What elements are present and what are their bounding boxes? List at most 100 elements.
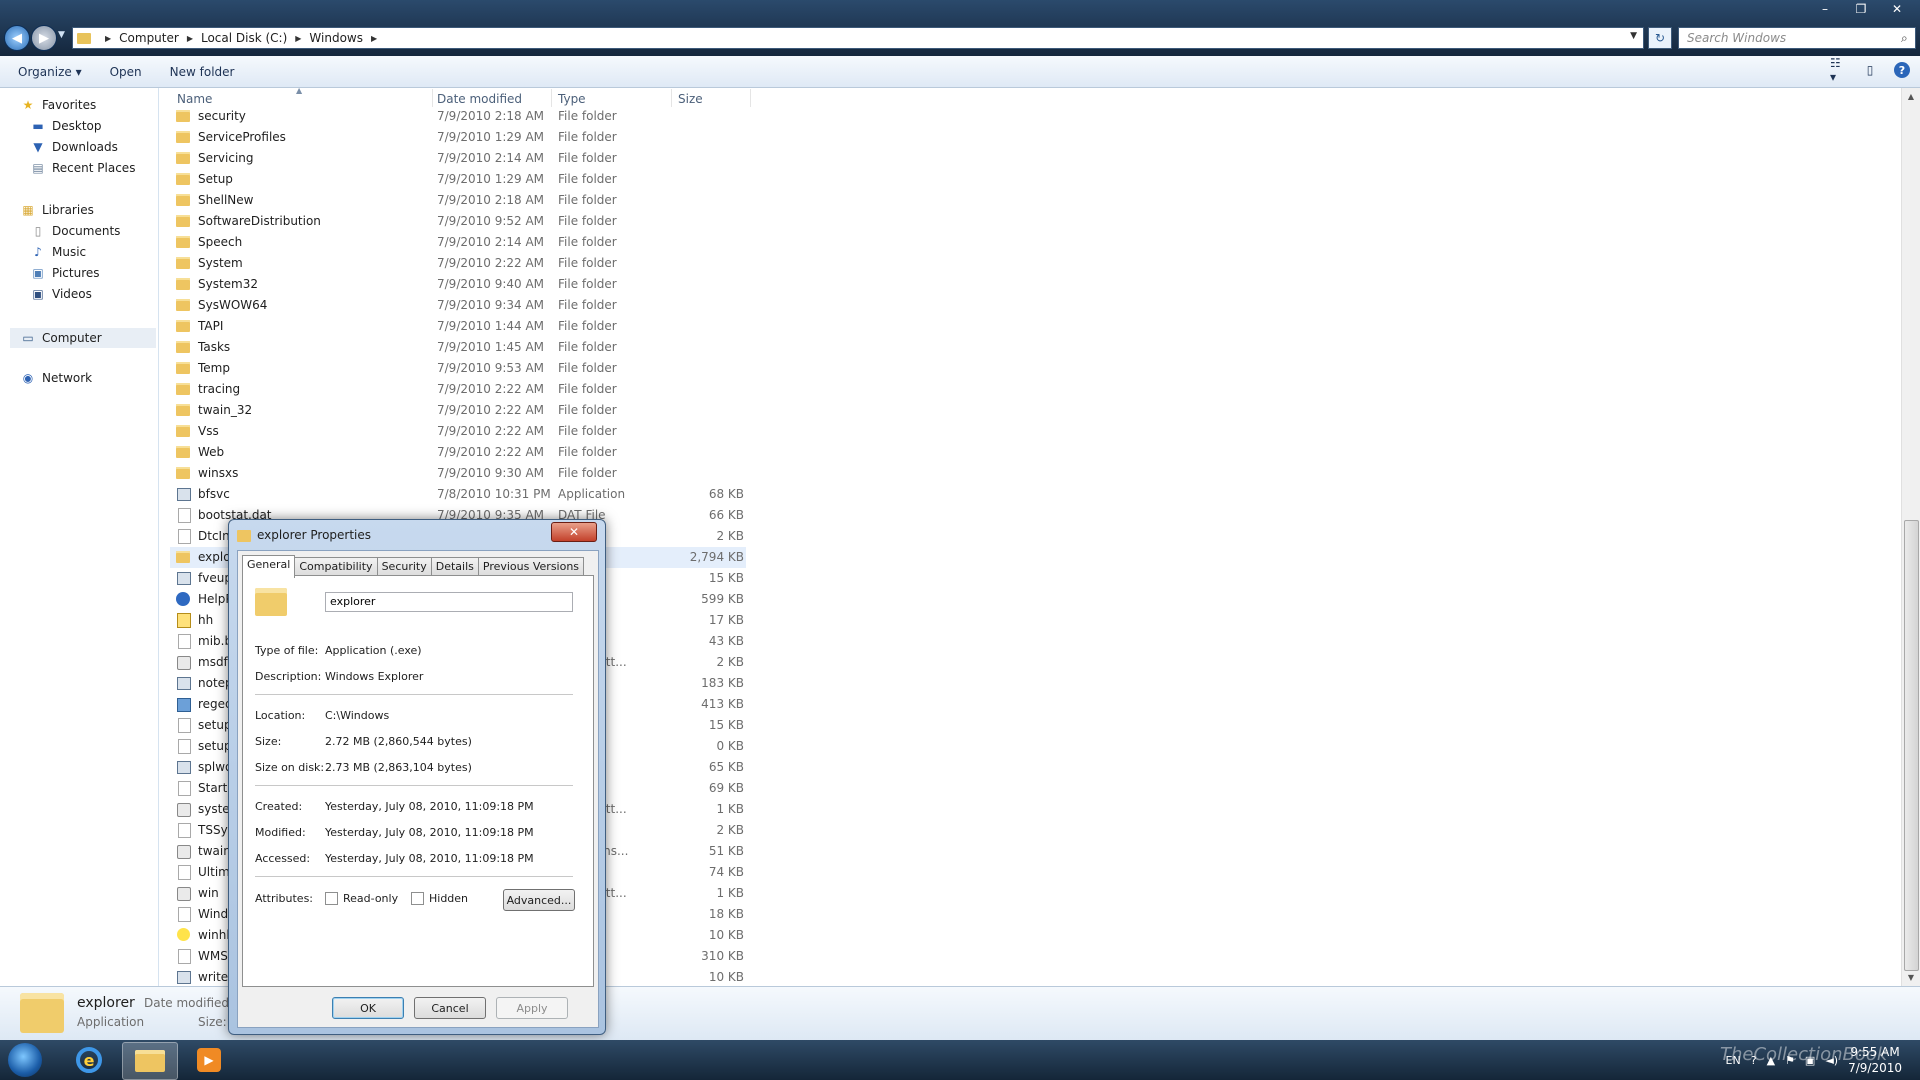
preview-pane-icon[interactable]: ▯ <box>1862 62 1878 78</box>
nav-pictures[interactable]: ▣ Pictures <box>30 266 99 280</box>
search-icon[interactable]: ⌕ <box>1901 31 1915 46</box>
table-row[interactable]: Servicing 7/9/2010 2:14 AM File folder <box>170 148 1900 169</box>
table-row[interactable]: Speech 7/9/2010 2:14 AM File folder <box>170 232 1900 253</box>
file-name: mib.b <box>198 634 233 648</box>
start-button[interactable] <box>8 1043 42 1077</box>
nav-documents[interactable]: ▯ Documents <box>30 224 121 238</box>
table-row[interactable]: Setup 7/9/2010 1:29 AM File folder <box>170 169 1900 190</box>
star-icon: ★ <box>22 98 34 112</box>
table-row[interactable]: ServiceProfiles 7/9/2010 1:29 AM File fold… <box>170 127 1900 148</box>
table-row[interactable]: Vss 7/9/2010 2:22 AM File folder <box>170 421 1900 442</box>
search-input[interactable]: Search Windows <box>1679 31 1901 45</box>
breadcrumb-local-disk[interactable]: Local Disk (C:) ▶ <box>201 31 309 45</box>
breadcrumb-windows[interactable]: Windows ▶ <box>309 31 385 45</box>
folder-icon <box>176 299 190 311</box>
refresh-button[interactable]: ↻ <box>1648 27 1672 49</box>
nav-videos[interactable]: ▣ Videos <box>30 287 92 301</box>
table-row[interactable]: System32 7/9/2010 9:40 AM File folder <box>170 274 1900 295</box>
file-name: twain_32 <box>198 403 253 417</box>
tab-compatibility[interactable]: Compatibility <box>294 557 378 576</box>
tab-previous-versions[interactable]: Previous Versions <box>477 557 585 576</box>
address-dropdown-icon[interactable]: ▼ <box>1630 31 1637 41</box>
vertical-scrollbar[interactable]: ▲ ▼ <box>1901 88 1920 986</box>
tab-general[interactable]: General <box>242 555 296 578</box>
file-type: File folder <box>558 382 617 396</box>
ok-button[interactable]: OK <box>332 997 404 1019</box>
new-folder-button[interactable]: New folder <box>156 65 249 79</box>
nav-favorites[interactable]: ★ Favorites <box>20 98 97 112</box>
table-row[interactable]: tracing 7/9/2010 2:22 AM File folder <box>170 379 1900 400</box>
chevron-right-icon[interactable]: ▶ <box>295 34 301 43</box>
nav-recent-places[interactable]: ▤ Recent Places <box>30 161 135 175</box>
cancel-button[interactable]: Cancel <box>414 997 486 1019</box>
file-icon <box>178 865 191 880</box>
table-row[interactable]: security 7/9/2010 2:18 AM File folder <box>170 106 1900 127</box>
window-controls: – ❐ ✕ <box>1808 0 1914 18</box>
taskbar-media-player[interactable]: ▶ <box>182 1042 236 1078</box>
chevron-right-icon[interactable]: ▶ <box>187 34 193 43</box>
view-options-icon[interactable]: ☷ ▾ <box>1830 56 1846 84</box>
column-divider[interactable] <box>551 89 552 107</box>
column-header-size[interactable]: Size <box>678 92 703 106</box>
column-divider[interactable] <box>671 89 672 107</box>
file-date: 7/9/2010 2:18 AM <box>437 109 545 123</box>
table-row[interactable]: twain_32 7/9/2010 2:22 AM File folder <box>170 400 1900 421</box>
file-type: File folder <box>558 214 617 228</box>
nav-desktop[interactable]: ▬ Desktop <box>30 119 101 133</box>
help-icon[interactable]: ? <box>1894 62 1910 78</box>
nav-downloads[interactable]: ▼ Downloads <box>30 140 118 154</box>
table-row[interactable]: ShellNew 7/9/2010 2:18 AM File folder <box>170 190 1900 211</box>
nav-computer[interactable]: ▭ Computer <box>10 328 156 348</box>
file-name-input[interactable] <box>325 592 573 612</box>
file-date: 7/9/2010 1:44 AM <box>437 319 545 333</box>
table-row[interactable]: Temp 7/9/2010 9:53 AM File folder <box>170 358 1900 379</box>
scroll-up-icon[interactable]: ▲ <box>1902 88 1920 105</box>
column-header-name[interactable]: Name <box>177 92 212 106</box>
table-row[interactable]: TAPI 7/9/2010 1:44 AM File folder <box>170 316 1900 337</box>
read-only-checkbox[interactable]: Read-only <box>325 892 398 905</box>
dialog-close-button[interactable]: ✕ <box>551 522 597 542</box>
hidden-checkbox[interactable]: Hidden <box>411 892 468 905</box>
nav-network[interactable]: ◉ Network <box>20 371 92 385</box>
table-row[interactable]: Tasks 7/9/2010 1:45 AM File folder <box>170 337 1900 358</box>
advanced-button[interactable]: Advanced... <box>503 889 575 911</box>
table-row[interactable]: SysWOW64 7/9/2010 9:34 AM File folder <box>170 295 1900 316</box>
chevron-right-icon[interactable]: ▶ <box>105 34 111 43</box>
tab-security[interactable]: Security <box>376 557 432 576</box>
file-name: write <box>198 970 229 984</box>
column-header-date[interactable]: Date modified <box>437 92 522 106</box>
column-divider[interactable] <box>750 89 751 107</box>
back-button[interactable]: ◀ <box>4 25 30 51</box>
nav-libraries[interactable]: ▦ Libraries <box>20 203 94 217</box>
scroll-down-icon[interactable]: ▼ <box>1902 969 1920 986</box>
checkbox-box[interactable] <box>325 892 338 905</box>
refresh-icon: ↻ <box>1654 31 1666 45</box>
table-row[interactable]: SoftwareDistribution 7/9/2010 9:52 AM File… <box>170 211 1900 232</box>
checkbox-box[interactable] <box>411 892 424 905</box>
address-bar[interactable]: ▶ Computer ▶ Local Disk (C:) ▶ Windows ▶ ▼ <box>72 27 1644 49</box>
close-window-button[interactable]: ✕ <box>1880 0 1914 18</box>
chevron-right-icon[interactable]: ▶ <box>371 34 377 43</box>
table-row[interactable]: Web 7/9/2010 2:22 AM File folder <box>170 442 1900 463</box>
tab-details[interactable]: Details <box>430 557 479 576</box>
table-row[interactable]: bfsvc 7/8/2010 10:31 PM Application 68 KB <box>170 484 1900 505</box>
taskbar-windows-explorer[interactable] <box>122 1042 178 1080</box>
column-header-type[interactable]: Type <box>558 92 586 106</box>
file-type: File folder <box>558 130 617 144</box>
recent-pages-dropdown[interactable]: ▼ <box>58 30 65 40</box>
forward-button[interactable]: ▶ <box>31 25 57 51</box>
apply-button[interactable]: Apply <box>496 997 568 1019</box>
organize-button[interactable]: Organize ▾ <box>0 65 96 79</box>
open-button[interactable]: Open <box>96 65 156 79</box>
column-divider[interactable] <box>432 89 433 107</box>
table-row[interactable]: System 7/9/2010 2:22 AM File folder <box>170 253 1900 274</box>
scroll-thumb[interactable] <box>1904 520 1919 971</box>
file-name: DtcIn <box>198 529 230 543</box>
search-box[interactable]: Search Windows ⌕ <box>1678 27 1916 49</box>
taskbar-internet-explorer[interactable]: e <box>62 1042 116 1078</box>
minimize-button[interactable]: – <box>1808 0 1842 18</box>
maximize-button[interactable]: ❐ <box>1844 0 1878 18</box>
nav-music[interactable]: ♪ Music <box>30 245 86 259</box>
table-row[interactable]: winsxs 7/9/2010 9:30 AM File folder <box>170 463 1900 484</box>
breadcrumb-computer[interactable]: Computer ▶ <box>119 31 201 45</box>
